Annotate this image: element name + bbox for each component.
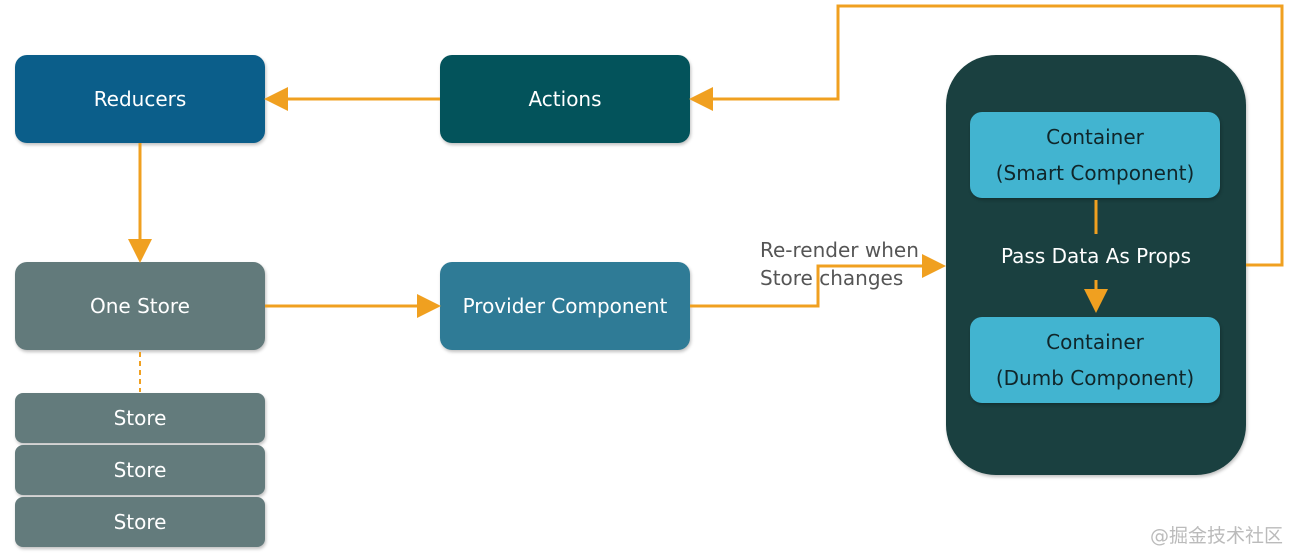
watermark: @掘金技术社区 <box>1150 525 1284 547</box>
arrows <box>128 4 1284 392</box>
rerender-label: Re-render when Store changes <box>760 236 919 292</box>
pass-props-label: Pass Data As Props <box>1000 244 1192 268</box>
arrow-container-to-actions <box>689 4 1284 267</box>
rerender-line2: Store changes <box>760 266 904 290</box>
rerender-line1: Re-render when <box>760 238 919 262</box>
